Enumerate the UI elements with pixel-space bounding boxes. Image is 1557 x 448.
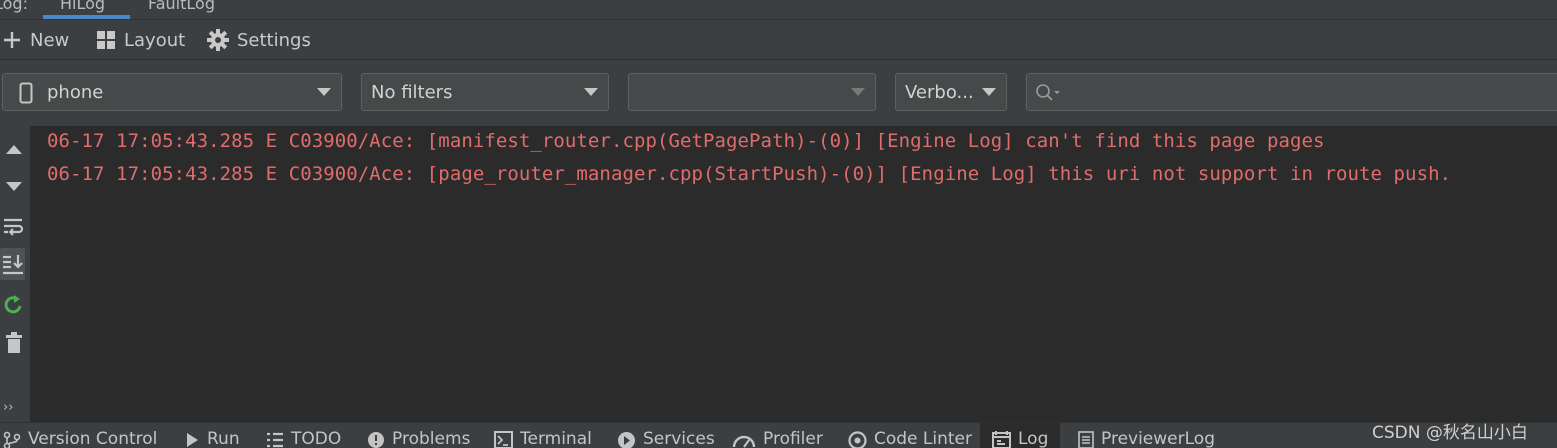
tool-tab-terminal[interactable]: Terminal: [494, 429, 592, 448]
layout-label: Layout: [124, 29, 186, 51]
scroll-to-end-button[interactable]: [0, 248, 25, 280]
device-select-value: phone: [47, 82, 104, 103]
log-icon: [992, 431, 1011, 448]
play-icon: [187, 433, 198, 447]
gear-icon: [207, 29, 229, 51]
restart-icon: [4, 295, 22, 314]
log-level-select[interactable]: Verbo...: [895, 73, 1007, 111]
clear-log-button[interactable]: [0, 328, 28, 358]
tool-tab-run[interactable]: Run: [184, 429, 240, 448]
tool-tab-label: TODO: [291, 429, 342, 448]
process-select[interactable]: [628, 73, 876, 111]
tool-tab-todo[interactable]: TODO: [266, 429, 341, 448]
plus-icon: [4, 32, 20, 48]
tab-hilog[interactable]: HiLog: [60, 0, 105, 13]
phone-icon: [19, 82, 33, 104]
tool-tab-version-control[interactable]: Version Control: [3, 429, 157, 448]
watermark-text: CSDN @秋名山小白: [1372, 423, 1528, 443]
tool-tab-previewerlog[interactable]: PreviewerLog: [1078, 429, 1215, 448]
log-output[interactable]: 06-17 17:05:43.285 E C03900/Ace: [manife…: [30, 126, 1557, 422]
scroll-down-button[interactable]: [0, 172, 28, 202]
warning-icon: [368, 432, 384, 448]
services-icon: [618, 432, 635, 448]
tab-faultlog[interactable]: FaultLog: [148, 0, 215, 13]
filter-select[interactable]: No filters: [361, 73, 609, 111]
search-icon: [1036, 84, 1060, 101]
log-toolbar: New Layout Settings: [0, 20, 1557, 60]
chevron-down-icon: [982, 88, 996, 96]
tool-tab-label: Run: [207, 429, 240, 448]
tool-tab-label: Profiler: [763, 429, 823, 448]
gauge-icon: [732, 435, 756, 448]
chevron-down-icon: [584, 88, 598, 96]
document-icon: [1078, 431, 1094, 448]
tool-tab-label: Log: [1018, 429, 1049, 448]
triangle-up-icon: [6, 145, 22, 154]
device-select[interactable]: phone: [2, 73, 342, 111]
soft-wrap-button[interactable]: [0, 212, 28, 242]
filter-bar: phone No filters Verbo...: [0, 60, 1557, 126]
tool-tab-log[interactable]: Log: [980, 423, 1061, 448]
scroll-up-button[interactable]: [0, 134, 28, 164]
log-tab-strip: Log: HiLog FaultLog: [0, 0, 1557, 20]
chevron-down-icon: [317, 88, 331, 96]
settings-button[interactable]: Settings: [207, 20, 311, 60]
soft-wrap-icon: [4, 218, 24, 236]
tool-tab-label: PreviewerLog: [1101, 429, 1215, 448]
log-line: 06-17 17:05:43.285 E C03900/Ace: [manife…: [47, 130, 1325, 152]
log-level-value: Verbo...: [905, 82, 974, 103]
terminal-icon: [494, 431, 513, 448]
tool-tab-label: Problems: [392, 429, 471, 448]
chevron-down-icon: [851, 88, 865, 96]
tool-tab-label: Version Control: [28, 429, 158, 448]
linter-icon: [848, 431, 867, 448]
branch-icon: [3, 431, 21, 448]
restart-button[interactable]: [0, 290, 28, 320]
active-tab-indicator: [43, 15, 130, 19]
tool-tab-problems[interactable]: Problems: [367, 429, 470, 448]
tool-tab-code-linter[interactable]: Code Linter: [848, 429, 972, 448]
tab-log-prefix: Log:: [0, 0, 28, 13]
tool-tab-label: Services: [643, 429, 715, 448]
tool-tab-profiler[interactable]: Profiler: [732, 429, 823, 448]
layout-grid-icon: [97, 31, 115, 49]
tool-tab-label: Code Linter: [874, 429, 973, 448]
trash-icon: [6, 332, 22, 353]
tool-tab-label: Terminal: [520, 429, 592, 448]
layout-button[interactable]: Layout: [96, 20, 185, 60]
more-actions-button[interactable]: ››: [3, 400, 13, 415]
settings-label: Settings: [237, 29, 311, 51]
log-line: 06-17 17:05:43.285 E C03900/Ace: [page_r…: [47, 163, 1452, 185]
search-input[interactable]: [1026, 73, 1557, 111]
triangle-down-icon: [6, 182, 22, 191]
list-icon: [267, 432, 283, 448]
new-label: New: [30, 29, 70, 51]
log-actions-sidebar: ››: [0, 126, 30, 422]
filter-select-value: No filters: [371, 82, 453, 103]
tool-tab-services[interactable]: Services: [617, 429, 715, 448]
tool-window-bar: Version Control Run TODO Problems Termin…: [0, 422, 1557, 448]
new-button[interactable]: New: [2, 20, 69, 60]
scroll-to-end-icon: [2, 255, 23, 275]
